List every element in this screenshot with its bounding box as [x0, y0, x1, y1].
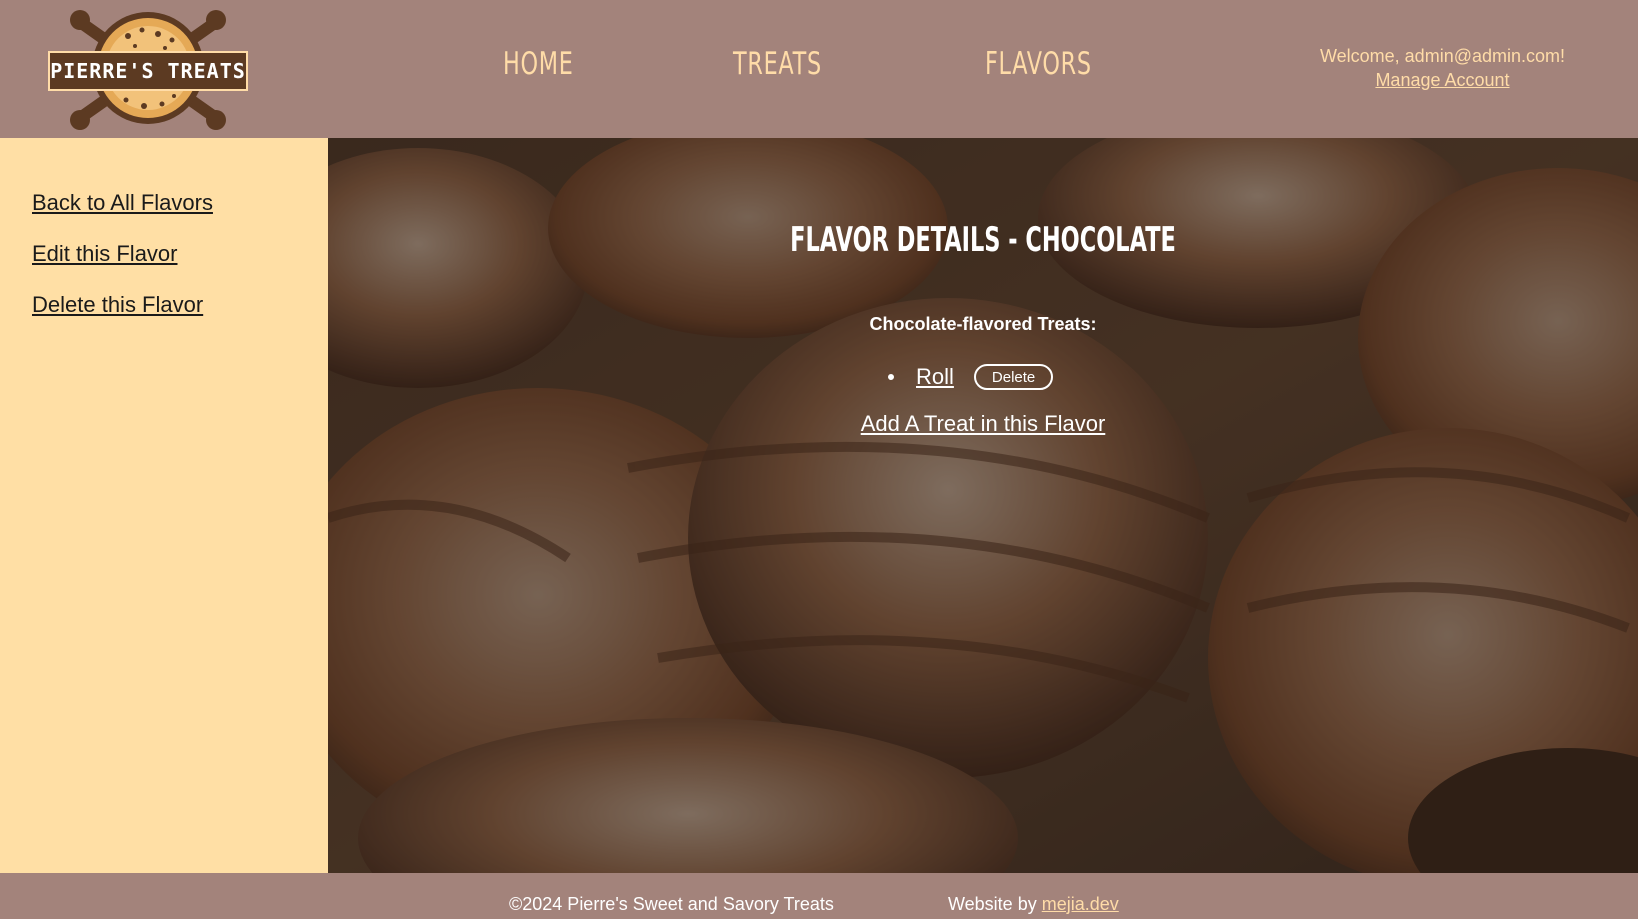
add-treat-container: Add A Treat in this Flavor [328, 411, 1638, 437]
site-header: PIERRE'S TREATS HOME TREATS FLAVORS Welc… [0, 0, 1638, 138]
site-footer: ©2024 Pierre's Sweet and Savory Treats W… [0, 873, 1638, 919]
page-title: FLAVOR DETAILS - CHOCOLATE [790, 220, 1176, 260]
credit-link[interactable]: mejia.dev [1042, 894, 1119, 914]
back-to-all-flavors-link[interactable]: Back to All Flavors [32, 190, 213, 216]
site-logo[interactable]: PIERRE'S TREATS [40, 8, 256, 132]
manage-account-link[interactable]: Manage Account [1375, 70, 1509, 90]
copyright-text: ©2024 Pierre's Sweet and Savory Treats [509, 894, 834, 914]
delete-treat-button[interactable]: Delete [973, 364, 1054, 390]
website-credit: Website by mejia.dev [948, 894, 1119, 915]
main-content: FLAVOR DETAILS - CHOCOLATE Chocolate-fla… [328, 138, 1638, 873]
sidebar: Back to All Flavors Edit this Flavor Del… [0, 138, 328, 873]
nav-treats[interactable]: TREATS [733, 46, 822, 82]
bullet-icon [888, 374, 894, 380]
delete-flavor-link[interactable]: Delete this Flavor [32, 292, 203, 318]
edit-flavor-link[interactable]: Edit this Flavor [32, 241, 178, 267]
credit-prefix: Website by [948, 894, 1037, 914]
treats-subheading: Chocolate-flavored Treats: [869, 314, 1097, 334]
account-info: Welcome, admin@admin.com! Manage Account [1290, 44, 1595, 92]
list-item: Roll Delete [888, 360, 1054, 394]
welcome-text: Welcome, admin@admin.com! [1319, 46, 1566, 66]
nav-home[interactable]: HOME [503, 46, 574, 82]
add-treat-link[interactable]: Add A Treat in this Flavor [861, 411, 1106, 436]
logo-text: PIERRE'S TREATS [48, 51, 248, 91]
nav-flavors[interactable]: FLAVORS [985, 46, 1092, 82]
treat-link-roll[interactable]: Roll [916, 364, 954, 390]
